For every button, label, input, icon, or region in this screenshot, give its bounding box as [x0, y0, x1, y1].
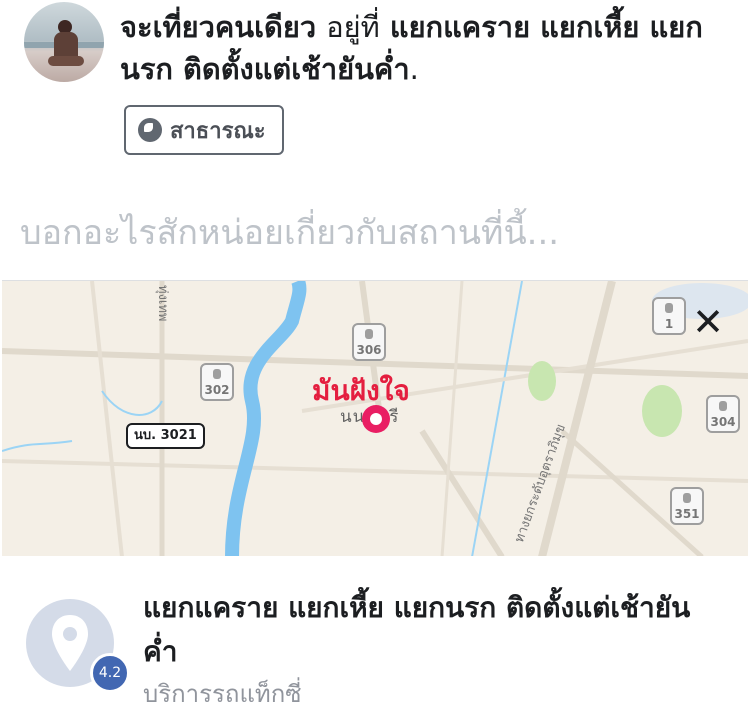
avatar-person-legs	[48, 56, 84, 66]
globe-icon	[138, 118, 162, 142]
headline-at: อยู่ที่	[326, 10, 380, 44]
location-pin-icon	[362, 405, 390, 433]
map-pin-label: มันฝังใจ	[312, 374, 410, 407]
place-card[interactable]: 4.2 แยกแคราย แยกเหี้ย แยกนรก ติดตั้งแต่เ…	[0, 556, 750, 724]
highway-shield: 1	[652, 297, 686, 335]
audience-label: สาธารณะ	[170, 118, 266, 144]
post-headline: จะเที่ยวคนเดียว อยู่ที่ แยกแคราย แยกเหี้…	[120, 6, 730, 90]
highway-shield: 302	[200, 363, 234, 401]
headline-period: .	[409, 52, 419, 86]
place-comment-input[interactable]: บอกอะไรสักหน่อยเกี่ยวกับสถานที่นี้...	[20, 205, 559, 259]
place-category: บริการรถแท็กซี่	[143, 680, 302, 708]
place-name[interactable]: แยกแคราย แยกเหี้ย แยกนรก ติดตั้งแต่เช้าย…	[143, 586, 703, 674]
close-icon[interactable]: ✕	[688, 303, 728, 343]
map-preview[interactable]: 306 302 1 304 351 นบ. 3021 ทุ่งเทพ ทางยก…	[2, 280, 748, 557]
audience-selector-button[interactable]: สาธารณะ	[124, 105, 284, 155]
highway-shield: 306	[352, 323, 386, 361]
highway-shield: 351	[670, 487, 704, 525]
avatar[interactable]	[24, 2, 104, 82]
headline-activity: จะเที่ยวคนเดียว	[120, 10, 317, 44]
highway-shield: 304	[706, 395, 740, 433]
rating-badge: 4.2	[90, 653, 130, 693]
road-tag: นบ. 3021	[126, 423, 205, 449]
map-road-label: ทุ่งเทพ	[155, 285, 170, 322]
